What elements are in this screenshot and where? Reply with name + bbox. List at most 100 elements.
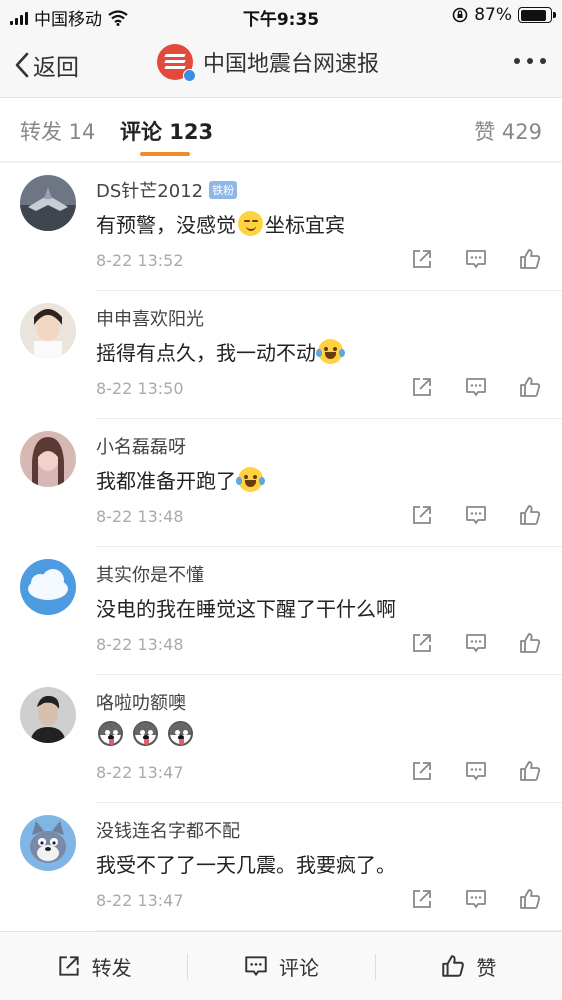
like-icon[interactable] <box>518 759 542 783</box>
comment-text-part: 没电的我在睡觉这下醒了干什么啊 <box>96 597 396 621</box>
repost-icon[interactable] <box>410 503 434 527</box>
husky-emoji-icon <box>133 721 158 746</box>
avatar[interactable] <box>20 431 76 487</box>
bottom-like-button[interactable]: 赞 <box>374 932 562 1000</box>
repost-icon[interactable] <box>410 631 434 655</box>
tab-repost[interactable]: 转发 14 <box>20 116 95 146</box>
comment-icon <box>245 956 267 976</box>
username-text: 小名磊磊呀 <box>96 437 186 458</box>
laugh-cry-emoji-icon <box>316 339 345 364</box>
comment-username[interactable]: 没钱连名字都不配 <box>96 817 240 843</box>
repost-icon <box>59 956 79 976</box>
chevron-left-icon <box>15 52 29 78</box>
comment-username[interactable]: DS针芒2012 铁粉 <box>96 177 238 203</box>
back-button[interactable]: 返回 <box>14 48 79 82</box>
comment-text-part: 我都准备开跑了 <box>96 469 236 493</box>
bottom-action-bar: 转发 评论 赞 <box>0 931 562 1000</box>
husky-emoji-icon <box>98 721 123 746</box>
comment-actions <box>410 759 542 783</box>
comment-icon[interactable] <box>464 247 488 271</box>
husky-emoji-icon <box>168 721 193 746</box>
username-text: DS针芒2012 <box>96 181 204 202</box>
more-dot-icon <box>540 58 546 64</box>
like-icon[interactable] <box>518 375 542 399</box>
comment-time: 8-22 13:47 <box>96 891 184 910</box>
comment-username[interactable]: 申申喜欢阳光 <box>96 305 204 331</box>
comment-text: 有预警，没感觉 坐标宜宾 <box>96 209 345 238</box>
comment-list: DS针芒2012 铁粉 有预警，没感觉 坐标宜宾 8-22 13:52 申申喜欢… <box>0 163 562 931</box>
username-text: 其实你是不懂 <box>96 565 204 586</box>
comment-item: 小名磊磊呀 我都准备开跑了 8-22 13:48 <box>0 419 562 547</box>
comment-text: 我都准备开跑了 <box>96 465 265 494</box>
smirk-emoji-icon <box>238 211 263 236</box>
comment-icon[interactable] <box>464 503 488 527</box>
verified-icon <box>183 69 196 82</box>
account-logo <box>157 44 196 82</box>
comment-actions <box>410 631 542 655</box>
tab-like[interactable]: 赞 429 <box>474 116 542 146</box>
repost-icon[interactable] <box>410 887 434 911</box>
repost-icon[interactable] <box>410 759 434 783</box>
avatar[interactable] <box>20 559 76 615</box>
comment-text <box>96 721 195 746</box>
comment-item: 没钱连名字都不配 我受不了了一天几震。我要疯了。 8-22 13:47 <box>0 803 562 931</box>
comment-actions <box>410 375 542 399</box>
comment-item: DS针芒2012 铁粉 有预警，没感觉 坐标宜宾 8-22 13:52 <box>0 163 562 291</box>
comment-text-part: 摇得有点久，我一动不动 <box>96 341 316 365</box>
like-icon <box>442 955 465 977</box>
bottom-repost-button[interactable]: 转发 <box>0 932 187 1000</box>
bottom-repost-label: 转发 <box>91 955 132 980</box>
comment-text: 没电的我在睡觉这下醒了干什么啊 <box>96 593 396 622</box>
comment-icon[interactable] <box>464 631 488 655</box>
avatar[interactable] <box>20 175 76 231</box>
fan-badge: 铁粉 <box>209 181 238 199</box>
comment-icon[interactable] <box>464 375 488 399</box>
more-dot-icon <box>527 58 533 64</box>
tab-bar: 转发 14 评论 123 赞 429 <box>0 98 562 162</box>
active-tab-indicator <box>140 152 190 156</box>
more-dot-icon <box>514 58 520 64</box>
comment-username[interactable]: 其实你是不懂 <box>96 561 204 587</box>
comment-actions <box>410 247 542 271</box>
like-icon[interactable] <box>518 631 542 655</box>
comment-username[interactable]: 小名磊磊呀 <box>96 433 186 459</box>
comment-text-part: 我受不了了一天几震。我要疯了。 <box>96 853 396 877</box>
repost-icon[interactable] <box>410 375 434 399</box>
battery-icon <box>518 7 556 23</box>
bottom-comment-button[interactable]: 评论 <box>187 932 374 1000</box>
comment-item: 咯啦叻额噢 8-22 13:47 <box>0 675 562 803</box>
nav-bar: 返回 中国地震台网速报 <box>0 30 562 98</box>
like-icon[interactable] <box>518 887 542 911</box>
like-icon[interactable] <box>518 503 542 527</box>
comment-time: 8-22 13:50 <box>96 379 184 398</box>
avatar[interactable] <box>20 687 76 743</box>
comment-time: 8-22 13:48 <box>96 635 184 654</box>
comment-username[interactable]: 咯啦叻额噢 <box>96 689 186 715</box>
username-text: 申申喜欢阳光 <box>96 309 204 330</box>
comment-icon[interactable] <box>464 887 488 911</box>
comment-time: 8-22 13:52 <box>96 251 184 270</box>
comment-text: 摇得有点久，我一动不动 <box>96 337 345 366</box>
more-button[interactable] <box>514 58 546 64</box>
comment-text-part: 坐标宜宾 <box>265 213 345 237</box>
comment-text-part: 有预警，没感觉 <box>96 213 236 237</box>
avatar[interactable] <box>20 815 76 871</box>
comment-time: 8-22 13:47 <box>96 763 184 782</box>
laugh-cry-emoji-icon <box>236 467 265 492</box>
status-bar: 中国移动 下午9:35 87% <box>0 0 562 30</box>
like-icon[interactable] <box>518 247 542 271</box>
comment-time: 8-22 13:48 <box>96 507 184 526</box>
avatar[interactable] <box>20 303 76 359</box>
repost-icon[interactable] <box>410 247 434 271</box>
battery-percent: 87% <box>474 5 512 25</box>
bottom-comment-label: 评论 <box>278 955 319 980</box>
comment-actions <box>410 887 542 911</box>
account-header[interactable]: 中国地震台网速报 <box>157 44 380 82</box>
tab-comment[interactable]: 评论 123 <box>120 116 213 146</box>
username-text: 咯啦叻额噢 <box>96 693 186 714</box>
username-text: 没钱连名字都不配 <box>96 821 240 842</box>
status-right: 87% <box>452 5 556 25</box>
comment-icon[interactable] <box>464 759 488 783</box>
comment-item: 申申喜欢阳光 摇得有点久，我一动不动 8-22 13:50 <box>0 291 562 419</box>
page-title: 中国地震台网速报 <box>203 52 380 77</box>
